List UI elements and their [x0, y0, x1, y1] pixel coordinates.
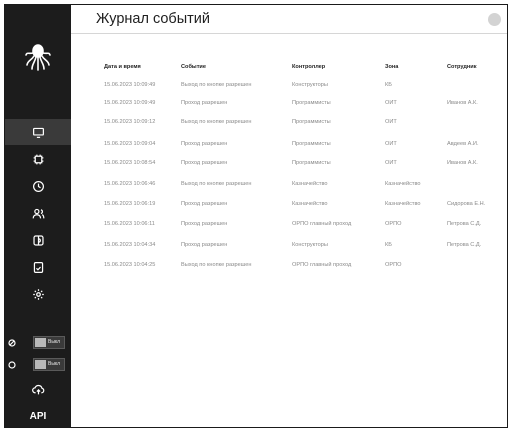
cell-controller: Казначейство	[292, 181, 328, 187]
cell-employee: Иванов А.К.	[447, 100, 478, 106]
page-title: Журнал событий	[96, 11, 210, 27]
cell-datetime: 15.06.2023 10:09:12	[104, 119, 156, 125]
nav-history[interactable]	[5, 173, 71, 199]
toggle-row-2: Выкл	[5, 358, 71, 372]
cell-event: Проход разрешен	[181, 242, 228, 248]
cell-datetime: 15.06.2023 10:08:54	[104, 160, 156, 166]
dot-icon	[8, 339, 16, 347]
page-header: Журнал событий	[71, 5, 507, 34]
cell-controller: Конструкторы	[292, 242, 328, 248]
toggle-label: Выкл	[48, 361, 61, 367]
events-table: Дата и время Событие Контроллер Зона Сот…	[71, 33, 507, 427]
cell-datetime: 15.06.2023 10:09:49	[104, 100, 156, 106]
users-icon	[32, 208, 44, 218]
cell-controller: ОРПО главный проход	[292, 221, 352, 227]
cell-employee: Петрова С.Д.	[447, 221, 482, 227]
cell-controller: Конструкторы	[292, 82, 328, 88]
cell-event: Выход по кнопке разрешен	[181, 82, 252, 88]
cell-controller: ОРПО главный проход	[292, 262, 352, 268]
cell-zone: КБ	[385, 242, 392, 248]
circle-icon	[8, 361, 16, 369]
cell-zone: Казначейство	[385, 181, 421, 187]
cell-controller: Программисты	[292, 100, 331, 106]
api-link[interactable]: API	[5, 411, 71, 422]
cell-controller: Казначейство	[292, 201, 328, 207]
cell-zone: ОИТ	[385, 141, 397, 147]
cell-datetime: 15.06.2023 10:09:49	[104, 82, 156, 88]
nav-settings[interactable]	[5, 281, 71, 307]
cell-controller: Программисты	[292, 141, 331, 147]
cell-event: Проход разрешен	[181, 160, 228, 166]
toggle-switch-1[interactable]: Выкл	[33, 336, 65, 349]
toggle-knob	[35, 338, 46, 347]
cell-event: Проход разрешен	[181, 100, 228, 106]
clock-icon	[32, 180, 44, 192]
toggle-label: Выкл	[48, 339, 61, 345]
nav-users[interactable]	[5, 200, 71, 226]
cell-datetime: 15.06.2023 10:06:19	[104, 201, 156, 207]
cell-employee: Авдеев А.И.	[447, 141, 479, 147]
nav-monitor[interactable]	[5, 119, 71, 145]
sidebar: Выкл Выкл API	[5, 5, 71, 427]
report-icon	[33, 261, 43, 273]
cell-controller: Программисты	[292, 119, 331, 125]
cell-datetime: 15.06.2023 10:06:11	[104, 221, 155, 227]
nav-doors[interactable]	[5, 227, 71, 253]
cell-employee: Сидорова Е.Н.	[447, 201, 486, 207]
toggle-switch-2[interactable]: Выкл	[33, 358, 65, 371]
cell-event: Проход разрешен	[181, 221, 228, 227]
cell-zone: ОРПО	[385, 262, 402, 268]
settings-icon	[32, 288, 44, 300]
column-header-controller[interactable]: Контроллер	[292, 64, 325, 70]
cell-zone: КБ	[385, 82, 392, 88]
column-header-datetime[interactable]: Дата и время	[104, 64, 141, 70]
cell-zone: ОРПО	[385, 221, 402, 227]
cell-zone: ОИТ	[385, 160, 397, 166]
column-header-zone[interactable]: Зона	[385, 64, 398, 70]
nav-cloud[interactable]	[5, 376, 71, 402]
cell-zone: Казначейство	[385, 201, 421, 207]
cell-event: Проход разрешен	[181, 201, 228, 207]
cell-event: Выход по кнопке разрешен	[181, 181, 252, 187]
cell-zone: ОИТ	[385, 100, 397, 106]
column-header-employee[interactable]: Сотрудник	[447, 64, 477, 70]
cell-datetime: 15.06.2023 10:09:04	[104, 141, 156, 147]
cell-datetime: 15.06.2023 10:04:34	[104, 242, 156, 248]
cloud-upload-icon	[31, 384, 44, 394]
cell-employee: Петрова С.Д.	[447, 242, 482, 248]
cell-datetime: 15.06.2023 10:04:25	[104, 262, 156, 268]
cell-employee: Иванов А.К.	[447, 160, 478, 166]
column-header-event[interactable]: Событие	[181, 64, 206, 70]
door-icon	[32, 234, 44, 246]
nav-chip[interactable]	[5, 146, 71, 172]
nav-reports[interactable]	[5, 254, 71, 280]
toggle-row-1: Выкл	[5, 336, 71, 350]
cell-event: Выход по кнопке разрешен	[181, 262, 252, 268]
monitor-icon	[32, 127, 44, 138]
octopus-logo-icon	[25, 44, 51, 71]
chip-icon	[33, 154, 43, 164]
toggle-knob	[35, 360, 46, 369]
cell-event: Проход разрешен	[181, 141, 228, 147]
cell-datetime: 15.06.2023 10:06:46	[104, 181, 156, 187]
cell-event: Выход по кнопке разрешен	[181, 119, 252, 125]
app-window: Выкл Выкл API Журнал событий Дата и врем…	[4, 4, 508, 428]
avatar[interactable]	[488, 13, 501, 26]
cell-controller: Программисты	[292, 160, 331, 166]
cell-zone: ОИТ	[385, 119, 397, 125]
